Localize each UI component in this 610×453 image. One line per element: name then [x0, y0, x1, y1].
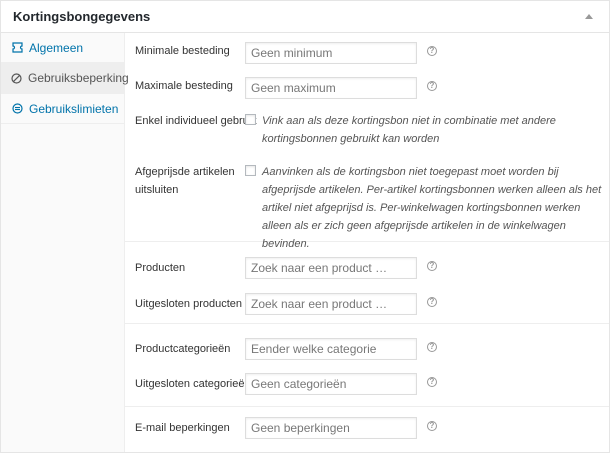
- limit-icon: [11, 103, 23, 115]
- collapse-arrow-icon[interactable]: [585, 14, 593, 19]
- tab-usage-limits-label: Gebruikslimieten: [29, 101, 119, 116]
- email-restrictions-label: E-mail beperkingen: [135, 422, 230, 434]
- categories-group: Productcategorieën Eender welke categori…: [125, 324, 609, 407]
- tab-general-label: Algemeen: [29, 40, 84, 55]
- categories-input[interactable]: Eender welke categorie: [245, 338, 417, 360]
- min-spend-label: Minimale besteding: [135, 45, 230, 57]
- max-spend-label: Maximale besteding: [135, 80, 233, 92]
- min-spend-input[interactable]: Geen minimum: [245, 42, 417, 64]
- coupon-data-box: Kortingsbongegevens Algemeen Gebruiksbep…: [0, 0, 610, 453]
- individual-use-label: Enkel individueel gebruik: [135, 115, 257, 127]
- box-title: Kortingsbongegevens: [13, 9, 151, 24]
- help-icon[interactable]: ?: [427, 81, 437, 91]
- box-inside: Algemeen Gebruiksbeperking Gebruikslimie…: [1, 33, 609, 452]
- box-header: Kortingsbongegevens: [1, 1, 609, 33]
- tab-usage-restriction-label: Gebruiksbeperking: [28, 71, 129, 85]
- tab-list: Algemeen Gebruiksbeperking Gebruikslimie…: [1, 33, 129, 452]
- email-restrictions-input[interactable]: Geen beperkingen: [245, 417, 417, 439]
- exclude-sale-label: Afgeprijsde artikelen uitsluiten: [135, 166, 235, 196]
- products-group: Producten Zoek naar een product … ? Uitg…: [125, 242, 609, 324]
- tab-usage-restriction[interactable]: Gebruiksbeperking: [1, 63, 129, 94]
- help-icon[interactable]: ?: [427, 46, 437, 56]
- exclude-categories-label: Uitgesloten categorieën: [135, 378, 251, 390]
- help-icon[interactable]: ?: [427, 377, 437, 387]
- help-icon[interactable]: ?: [427, 261, 437, 271]
- ban-icon: [11, 72, 22, 84]
- exclude-sale-description: Aanvinken als de kortingsbon niet toegep…: [262, 166, 602, 250]
- individual-use-description: Vink aan als deze kortingsbon niet in co…: [262, 115, 556, 145]
- exclude-sale-checkbox[interactable]: [245, 165, 256, 176]
- help-icon[interactable]: ?: [427, 421, 437, 431]
- exclude-products-label: Uitgesloten producten: [135, 298, 243, 310]
- help-icon[interactable]: ?: [427, 342, 437, 352]
- products-label: Producten: [135, 262, 186, 274]
- tab-general[interactable]: Algemeen: [1, 33, 124, 63]
- products-search-input[interactable]: Zoek naar een product …: [245, 257, 417, 279]
- help-icon[interactable]: ?: [427, 297, 437, 307]
- email-group: E-mail beperkingen Geen beperkingen ?: [125, 407, 609, 453]
- usage-restriction-panel: Minimale besteding Geen minimum ? Maxima…: [125, 33, 609, 452]
- spend-group: Minimale besteding Geen minimum ? Maxima…: [125, 33, 609, 250]
- individual-use-checkbox[interactable]: [245, 114, 256, 125]
- categories-label: Productcategorieën: [135, 343, 231, 355]
- max-spend-input[interactable]: Geen maximum: [245, 77, 417, 99]
- exclude-categories-input[interactable]: Geen categorieën: [245, 373, 417, 395]
- tab-usage-limits[interactable]: Gebruikslimieten: [1, 94, 124, 124]
- ticket-icon: [11, 42, 23, 54]
- exclude-products-search-input[interactable]: Zoek naar een product …: [245, 293, 417, 315]
